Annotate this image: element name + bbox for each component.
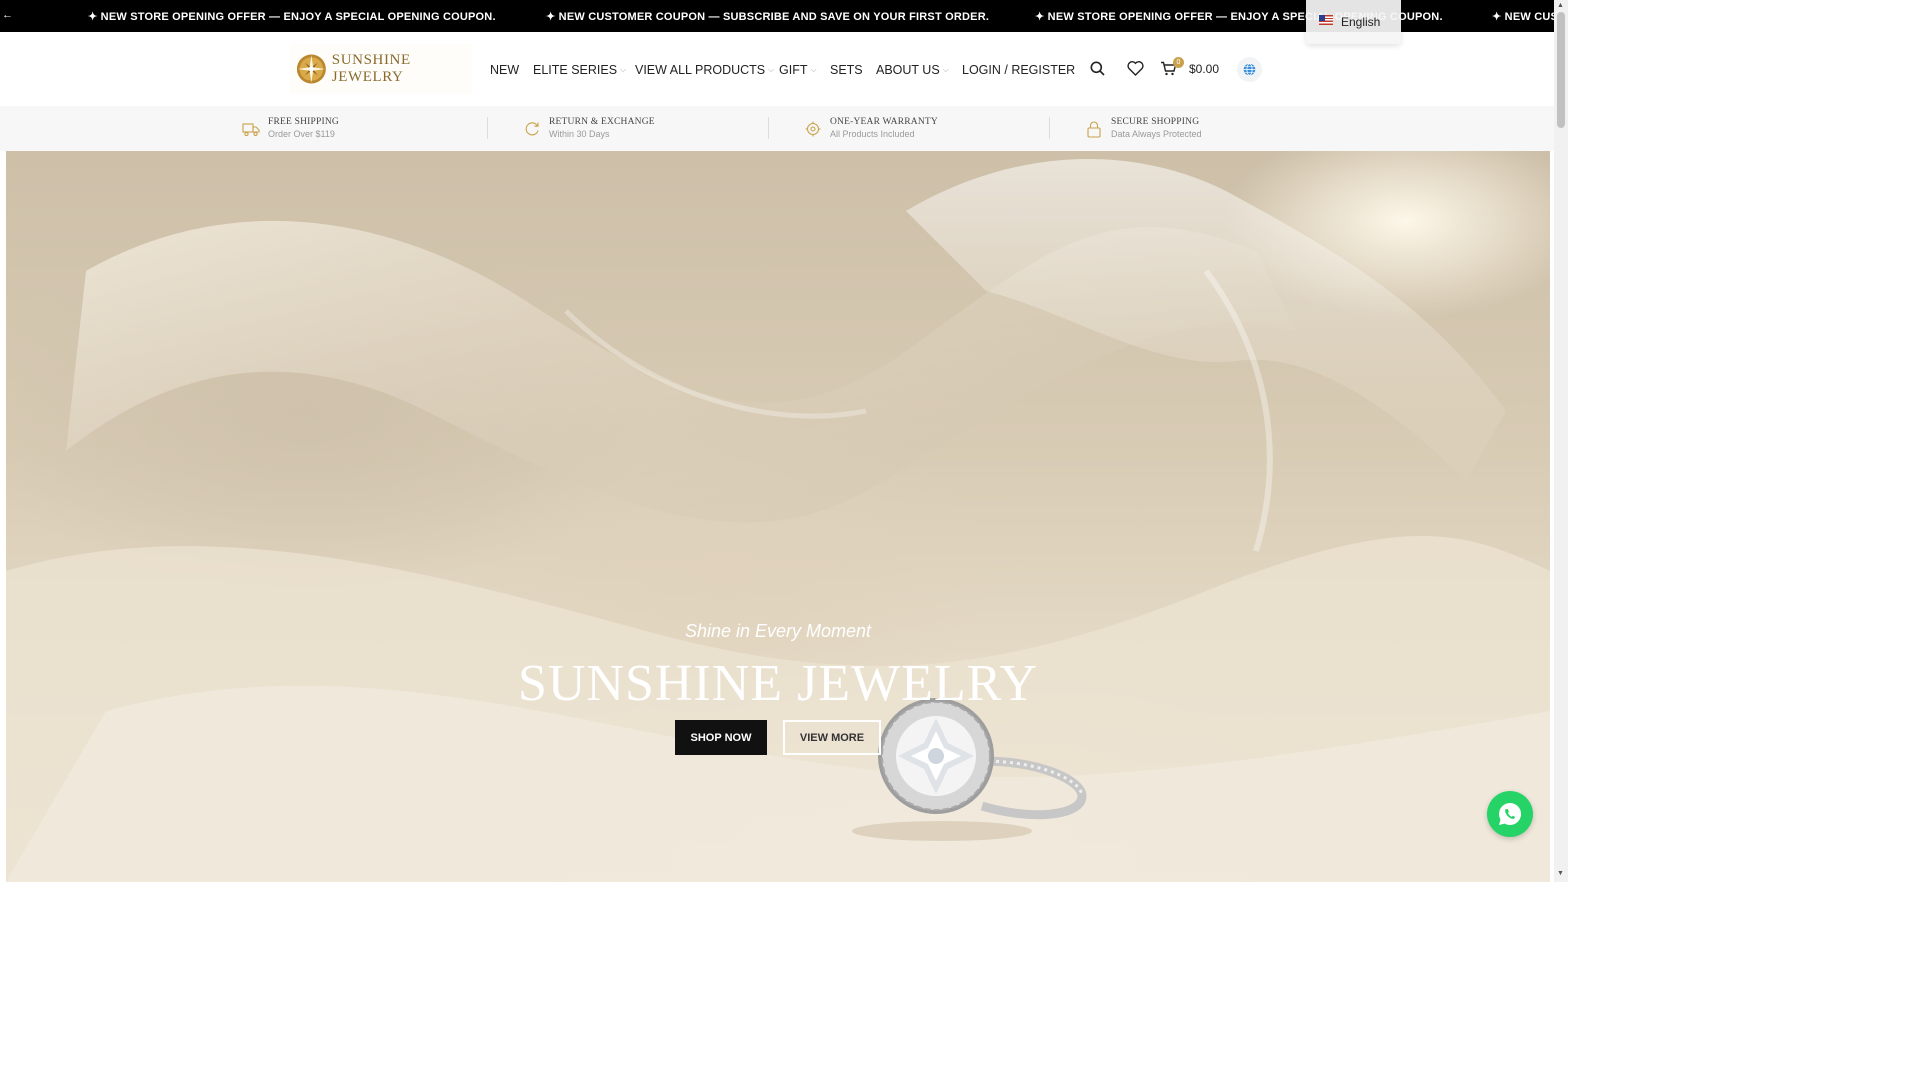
nav-label: ELITE SERIES bbox=[533, 63, 618, 77]
nav-label: ABOUT US bbox=[876, 63, 940, 77]
announcement-message: ✦ NEW CUS bbox=[1492, 11, 1554, 23]
scrollbar-thumb[interactable] bbox=[1557, 12, 1565, 128]
nav-label: GIFT bbox=[779, 63, 808, 77]
feature-subtitle: Within 30 Days bbox=[549, 129, 610, 139]
return-icon bbox=[525, 122, 539, 136]
nav-item-gift[interactable]: GIFT ⌵ bbox=[779, 63, 817, 77]
feature-return-exchange: RETURN & EXCHANGE Within 30 Days bbox=[523, 117, 655, 139]
page-scrollbar[interactable]: ▲ ▼ bbox=[1554, 0, 1568, 882]
scroll-down-arrow-icon[interactable]: ▼ bbox=[1557, 870, 1564, 877]
nav-label: NEW bbox=[490, 63, 520, 77]
feature-secure-shopping: SECURE SHOPPING Data Always Protected bbox=[1085, 117, 1202, 139]
hero-subtitle: Shine in Every Moment bbox=[684, 621, 872, 641]
nav-item-view-all-products[interactable]: VIEW ALL PRODUCTS ⌵ bbox=[635, 63, 774, 77]
shop-now-button[interactable]: SHOP NOW bbox=[675, 720, 767, 755]
feature-warranty: ONE-YEAR WARRANTY All Products Included bbox=[804, 117, 938, 139]
nav-item-sets[interactable]: SETS bbox=[830, 63, 863, 77]
nav-label: VIEW ALL PRODUCTS bbox=[635, 63, 766, 77]
lock-icon bbox=[1087, 121, 1101, 138]
feature-divider bbox=[487, 117, 488, 139]
diamond-ring-image bbox=[852, 698, 1087, 841]
feature-subtitle: Data Always Protected bbox=[1111, 129, 1202, 139]
feature-subtitle: Order Over $119 bbox=[268, 129, 335, 139]
site-logo[interactable]: SUNSHINE JEWELRY bbox=[290, 44, 472, 94]
scroll-up-arrow-icon[interactable]: ▲ bbox=[1557, 2, 1564, 9]
chevron-down-icon: ⌵ bbox=[810, 65, 817, 74]
feature-free-shipping: FREE SHIPPING Order Over $119 bbox=[242, 117, 339, 139]
nav-item-about-us[interactable]: ABOUT US ⌵ bbox=[876, 63, 949, 77]
view-more-button[interactable]: VIEW MORE bbox=[783, 720, 881, 755]
nav-label: SETS bbox=[830, 63, 863, 77]
warranty-icon bbox=[805, 121, 821, 137]
cart-total[interactable]: $0.00 bbox=[1189, 62, 1219, 76]
silk-fabric-background bbox=[6, 158, 1550, 882]
search-icon[interactable] bbox=[1088, 59, 1106, 77]
announcement-message: ✦ NEW STORE OPENING OFFER — ENJOY A SPEC… bbox=[88, 11, 496, 23]
login-register-link[interactable]: LOGIN / REGISTER bbox=[962, 63, 1075, 77]
whatsapp-icon bbox=[1499, 802, 1522, 825]
nav-item-new[interactable]: NEW bbox=[490, 63, 519, 77]
feature-title: SECURE SHOPPING bbox=[1111, 117, 1200, 127]
heart-icon[interactable] bbox=[1126, 59, 1144, 77]
hero-banner: Shine in Every Moment SUNSHINE JEWELRY S… bbox=[6, 151, 1550, 882]
feature-divider bbox=[1049, 117, 1050, 139]
chevron-down-icon: ⌵ bbox=[768, 65, 775, 74]
feature-divider bbox=[768, 117, 769, 139]
us-flag-icon bbox=[1319, 15, 1333, 25]
nav-item-elite-series[interactable]: ELITE SERIES ⌵ bbox=[533, 63, 626, 77]
chevron-down-icon: ⌵ bbox=[942, 65, 949, 74]
language-switcher[interactable]: English bbox=[1306, 0, 1401, 44]
whatsapp-chat-button[interactable] bbox=[1487, 791, 1533, 837]
feature-subtitle: All Products Included bbox=[830, 129, 915, 139]
announcement-message: ✦ NEW CUSTOMER COUPON — SUBSCRIBE AND SA… bbox=[546, 11, 990, 23]
truck-icon bbox=[242, 123, 260, 137]
hero-title: SUNSHINE JEWELRY bbox=[517, 655, 1039, 712]
cart-count-badge: 0 bbox=[1173, 57, 1184, 68]
globe-icon[interactable] bbox=[1237, 57, 1262, 82]
feature-title: RETURN & EXCHANGE bbox=[549, 117, 655, 127]
feature-title: FREE SHIPPING bbox=[268, 117, 339, 127]
announcement-prev-arrow[interactable]: ← bbox=[2, 9, 13, 21]
language-label: English bbox=[1341, 15, 1381, 29]
sun-logo-icon bbox=[296, 54, 326, 84]
features-bar: FREE SHIPPING Order Over $119 RETURN & EX… bbox=[0, 106, 1554, 151]
feature-title: ONE-YEAR WARRANTY bbox=[830, 117, 938, 127]
login-label: LOGIN / REGISTER bbox=[962, 63, 1076, 77]
chevron-down-icon: ⌵ bbox=[620, 65, 627, 74]
logo-wordmark: SUNSHINE JEWELRY bbox=[331, 52, 411, 85]
